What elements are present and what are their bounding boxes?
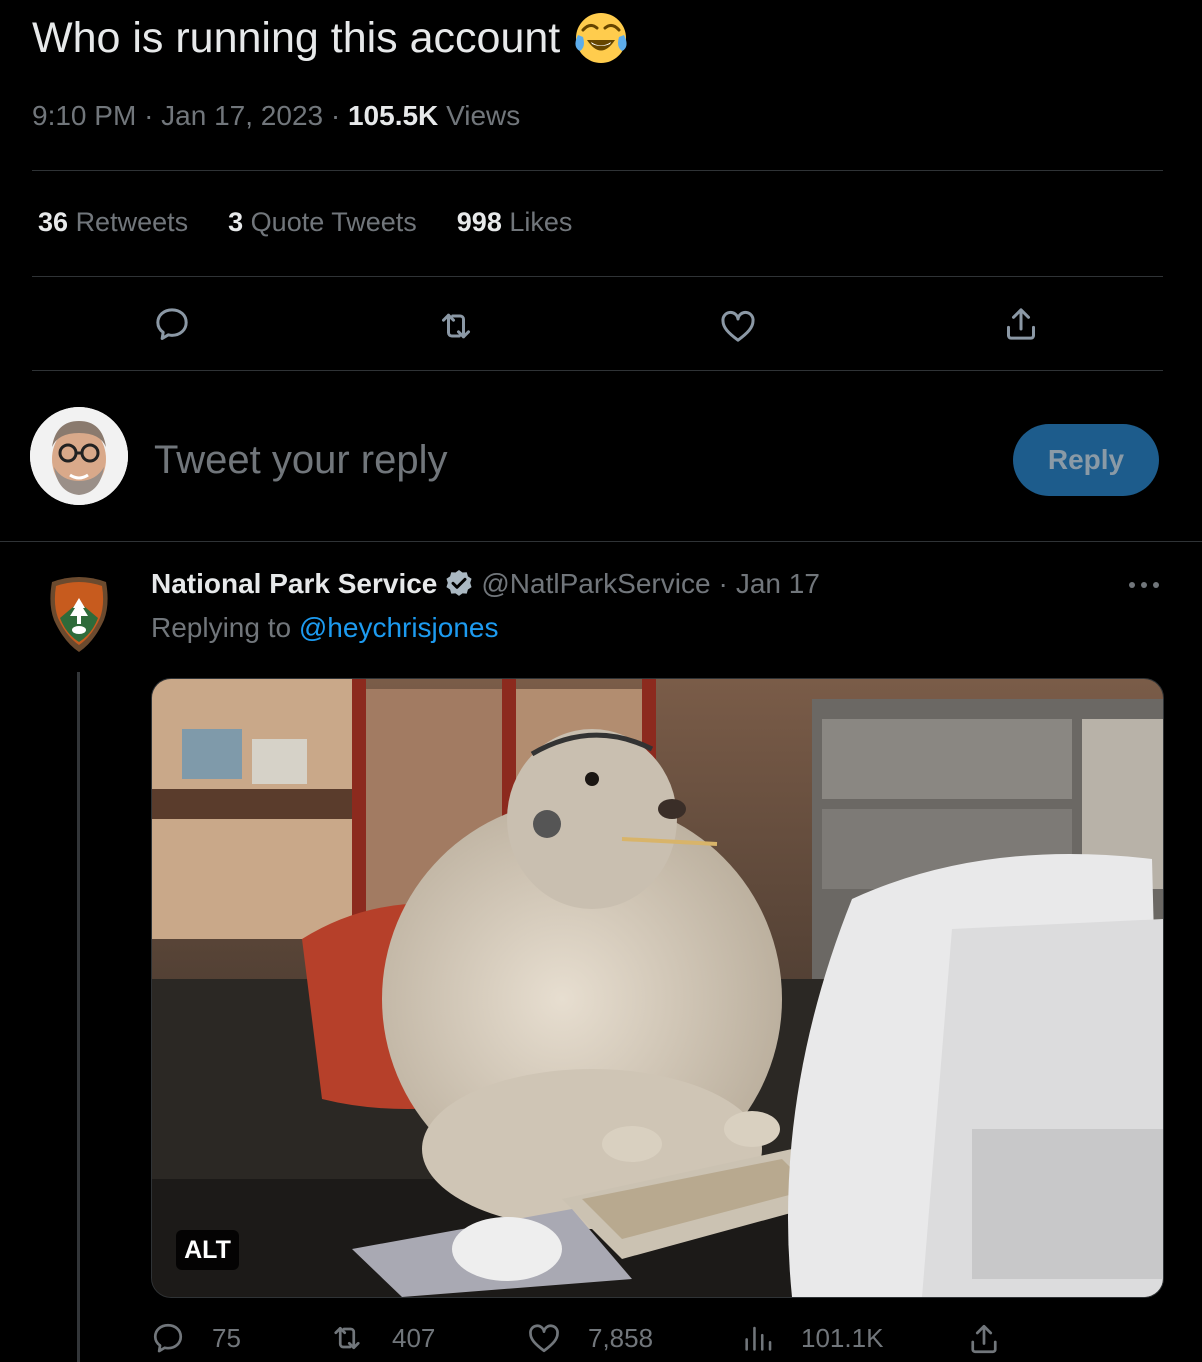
retweets-label: Retweets <box>75 207 189 237</box>
retweet-icon <box>334 1326 360 1350</box>
reply-icon <box>153 1323 183 1353</box>
reply-button[interactable] <box>150 302 194 346</box>
retweets-stat[interactable]: 36 Retweets <box>38 207 188 238</box>
reply-icon <box>156 308 188 340</box>
likes-stat[interactable]: 998 Likes <box>457 207 573 238</box>
share-icon <box>971 1324 997 1354</box>
retweet-count-button[interactable]: 407 <box>328 1320 435 1356</box>
retweet-count: 407 <box>392 1322 436 1353</box>
meta-separator: · <box>330 100 341 131</box>
reply-header: National Park Service @NatlParkService ·… <box>151 568 820 600</box>
avatar-image <box>30 407 128 505</box>
likes-label: Likes <box>509 207 573 237</box>
nps-avatar[interactable] <box>48 574 110 654</box>
nps-arrowhead-logo <box>50 577 108 652</box>
tweet-time[interactable]: 9:10 PM <box>32 100 136 131</box>
tears-of-joy-emoji-icon <box>575 13 627 63</box>
tweet-date[interactable]: Jan 17, 2023 <box>161 100 323 131</box>
views-count-button[interactable]: 101.1K <box>741 1320 883 1356</box>
views-count: 105.5K <box>347 100 439 131</box>
alt-text-badge[interactable]: ALT <box>176 1230 239 1270</box>
likes-count: 998 <box>456 207 502 237</box>
views-label: Views <box>446 100 521 131</box>
share-reply-button[interactable] <box>966 1320 1028 1358</box>
divider <box>0 541 1202 542</box>
groundhog-at-computer-image <box>152 679 1163 1297</box>
author-name[interactable]: National Park Service <box>151 568 437 600</box>
reply-count: 75 <box>212 1322 241 1353</box>
avatar[interactable] <box>30 407 128 505</box>
like-count: 7,858 <box>588 1322 654 1353</box>
thread-line <box>77 672 80 1362</box>
replying-prefix: Replying to <box>151 612 292 643</box>
reply-submit-button[interactable]: Reply <box>1013 424 1159 496</box>
retweets-count: 36 <box>38 207 69 237</box>
reply-count-button[interactable]: 75 <box>150 1320 241 1356</box>
like-button[interactable] <box>716 304 760 348</box>
views-count: 101.1K <box>801 1322 884 1353</box>
tweet-stats: 36 Retweets 3 Quote Tweets 998 Likes <box>38 207 612 238</box>
retweet-icon <box>442 313 470 339</box>
retweet-button[interactable] <box>434 304 478 348</box>
verified-badge-icon <box>446 570 472 596</box>
share-icon <box>1007 308 1035 340</box>
tweet-meta: 9:10 PM · Jan 17, 2023 · 105.5K Views <box>32 100 520 132</box>
divider <box>32 276 1163 277</box>
more-icon <box>1129 582 1159 588</box>
like-icon <box>721 310 755 342</box>
more-options-button[interactable] <box>1124 570 1164 600</box>
tweet-text: Who is running this account <box>32 10 628 66</box>
author-handle[interactable]: @NatlParkService <box>481 568 710 600</box>
replying-to: Replying to @heychrisjones <box>151 612 499 644</box>
divider <box>32 170 1163 171</box>
quote-tweets-stat[interactable]: 3 Quote Tweets <box>228 207 417 238</box>
like-count-button[interactable]: 7,858 <box>526 1320 653 1356</box>
quotes-label: Quote Tweets <box>250 207 417 237</box>
meta-separator: · <box>144 100 154 131</box>
quotes-count: 3 <box>228 207 244 237</box>
analytics-icon <box>745 1326 772 1351</box>
tweet-body: Who is running this account <box>32 14 561 62</box>
tweet-media-image[interactable] <box>151 678 1164 1298</box>
handle-separator: · <box>718 568 728 599</box>
mention-link[interactable]: @heychrisjones <box>299 612 499 643</box>
reply-date[interactable]: Jan 17 <box>736 568 820 600</box>
share-button[interactable] <box>999 302 1043 346</box>
like-icon <box>529 1324 559 1353</box>
reply-input[interactable] <box>154 432 974 488</box>
divider <box>32 370 1163 371</box>
